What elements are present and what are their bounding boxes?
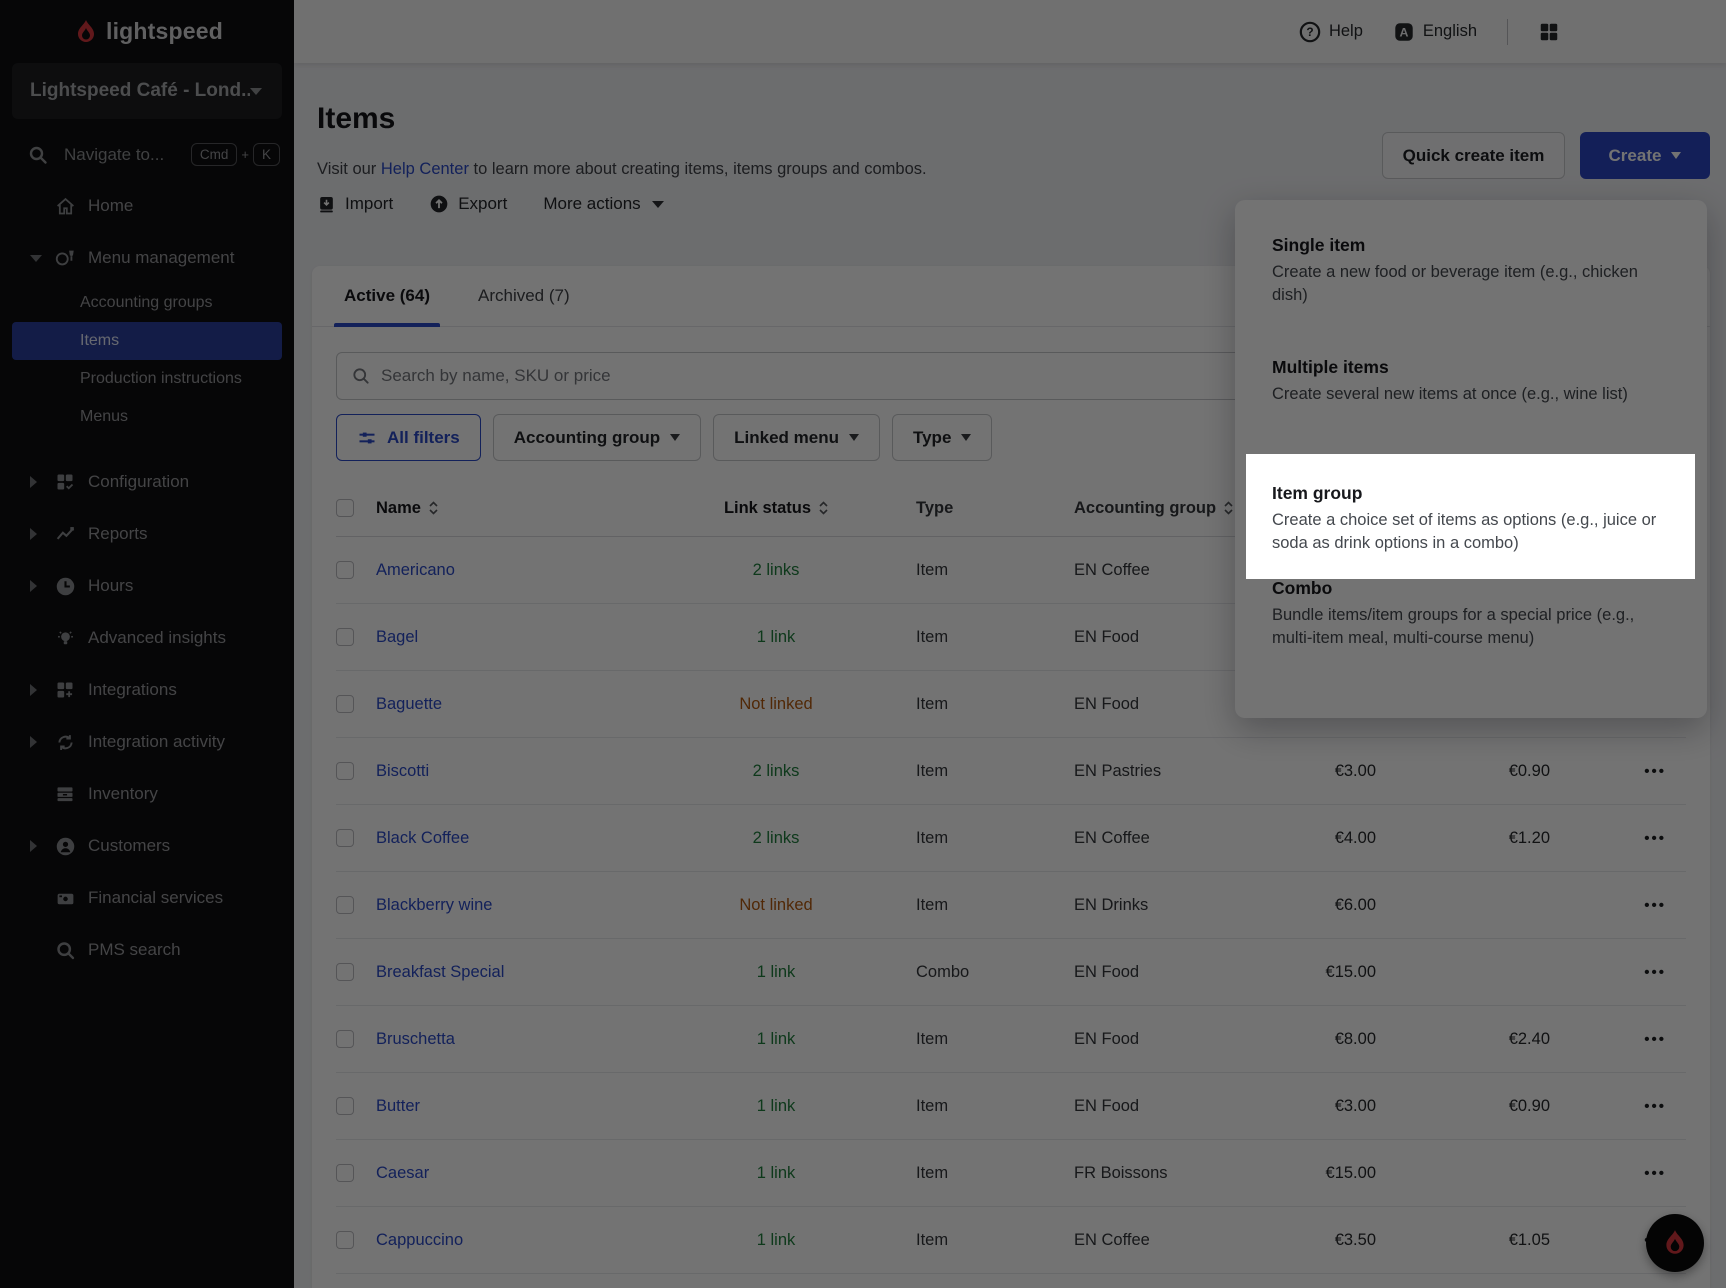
menu-item-title: Item group — [1272, 483, 1363, 503]
menu-item-description: Create a choice set of items as options … — [1272, 511, 1657, 552]
spotlight-menu-item-item-group[interactable]: Item group Create a choice set of items … — [1246, 454, 1695, 579]
dim-overlay — [0, 0, 1726, 1288]
